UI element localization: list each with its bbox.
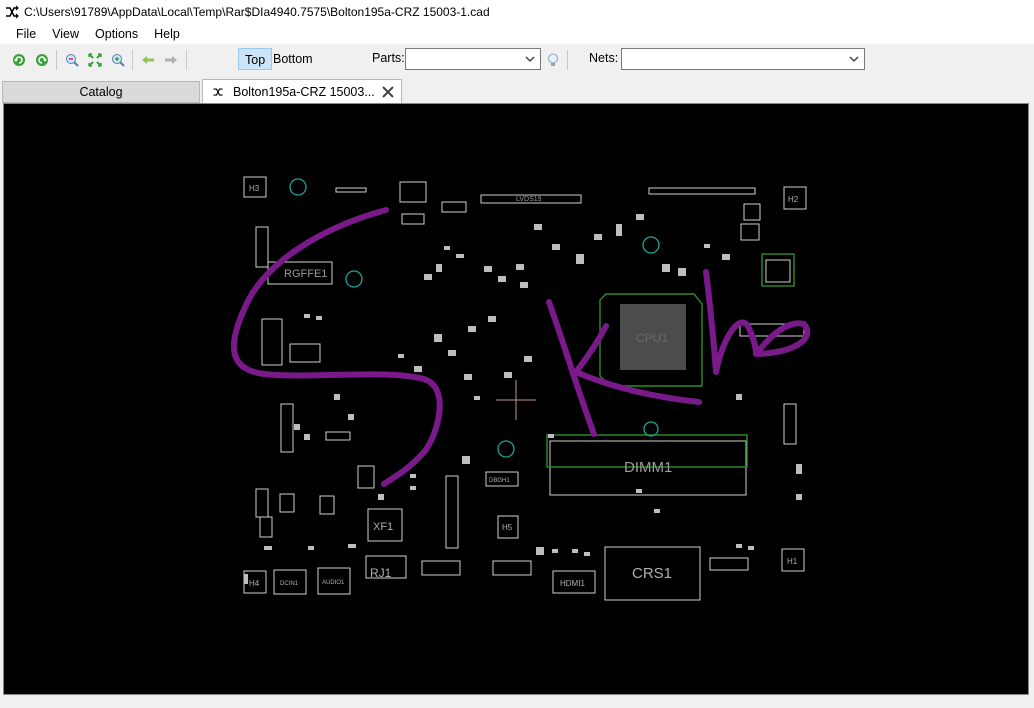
top-connector [648,187,756,195]
bottom-side-toggle[interactable]: Bottom [267,48,319,70]
menu-options[interactable]: Options [87,27,146,41]
nets-combo[interactable] [621,48,865,70]
arrow-right-icon [165,56,177,64]
toolbar: Top Bottom Parts: Nets: [0,45,1034,75]
crosshair [496,380,536,420]
label-rj: RJ1 [370,566,392,580]
label-dimm: DIMM1 [624,459,672,476]
menu-bar: File View Options Help [0,24,1034,44]
document-tabs: Catalog Bolton195a-CRZ 15003... [0,79,1034,103]
window-title: C:\Users\91789\AppData\Local\Temp\Rar$DI… [24,5,490,19]
component [765,259,791,283]
close-icon[interactable] [381,85,395,99]
tab-document[interactable]: Bolton195a-CRZ 15003... [202,79,402,103]
label-xf: XF1 [373,521,393,533]
forward-button[interactable] [161,50,181,70]
toolbar-separator [567,50,568,70]
menu-view[interactable]: View [44,27,87,41]
label-hdmi: HDMI1 [560,579,585,588]
label-h3: H3 [249,184,260,193]
component [399,181,427,203]
label-h5: H5 [502,523,513,532]
tab-catalog[interactable]: Catalog [2,81,200,103]
parts-label: Parts: [372,51,405,65]
top-small-connector [335,187,367,193]
label-cpu: CPU1 [636,331,668,345]
rotate-right-button[interactable] [32,50,52,70]
component [401,213,425,225]
zoom-out-icon [66,54,79,67]
small-parts [244,214,802,584]
component [325,431,351,441]
component [319,495,335,515]
board-file-icon [213,87,223,96]
label-h2: H2 [788,195,799,204]
fan-outline [761,253,795,287]
fit-board-button[interactable] [85,50,105,70]
hdd-connector [783,403,797,445]
status-bar [0,696,1034,708]
label-crs: CRS1 [632,565,672,582]
rotate-right-icon [36,54,48,66]
fit-board-icon [88,53,102,67]
zoom-in-button[interactable] [108,50,128,70]
label-audio: AUDIO1 [322,580,345,586]
label-lvds: LVDS19 [516,196,542,203]
menu-help[interactable]: Help [146,27,188,41]
bottom-connector [492,560,532,576]
lightbulb-icon [548,53,558,66]
back-button[interactable] [138,50,158,70]
label-h1: H1 [787,557,798,566]
component [259,516,273,538]
chevron-down-icon [525,56,535,62]
component [743,203,761,221]
menu-file[interactable]: File [8,27,44,41]
zoom-in-icon [112,54,125,67]
toolbar-separator [186,50,187,70]
label-dbgh: DBGH1 [489,478,510,484]
rotate-left-icon [13,54,25,66]
title-bar: C:\Users\91789\AppData\Local\Temp\Rar$DI… [0,0,1034,24]
component [441,201,467,213]
chevron-down-icon [849,56,859,62]
bottom-right-connector [709,557,749,571]
parts-combo[interactable] [405,48,541,70]
toolbar-separator [56,50,57,70]
component [261,318,283,366]
tab-catalog-label: Catalog [79,85,123,99]
component [280,403,294,453]
component [740,223,760,241]
component [445,475,459,549]
board-canvas[interactable]: LVDS19 CPU1 DIMM1 CRS1 HDMI1 RJ1 XF1 DCI… [3,103,1029,695]
nets-label: Nets: [589,51,619,65]
component [289,343,321,363]
app-icon [6,5,19,19]
rotate-left-button[interactable] [9,50,29,70]
toolbar-separator [132,50,133,70]
component [279,493,295,513]
pcb-drawing: LVDS19 CPU1 DIMM1 CRS1 HDMI1 RJ1 XF1 DCI… [230,176,811,601]
label-rgffe: RGFFE1 [284,268,327,280]
highlight-part-button[interactable] [543,50,563,70]
tab-document-label: Bolton195a-CRZ 15003... [233,84,375,99]
vertical-connector [255,226,269,268]
label-h4: H4 [249,579,260,588]
zoom-out-button[interactable] [62,50,82,70]
label-dcin: DCIN1 [280,581,299,587]
component [255,488,269,518]
arrow-left-icon [142,56,154,64]
bottom-connector [421,560,461,576]
component [357,465,375,489]
